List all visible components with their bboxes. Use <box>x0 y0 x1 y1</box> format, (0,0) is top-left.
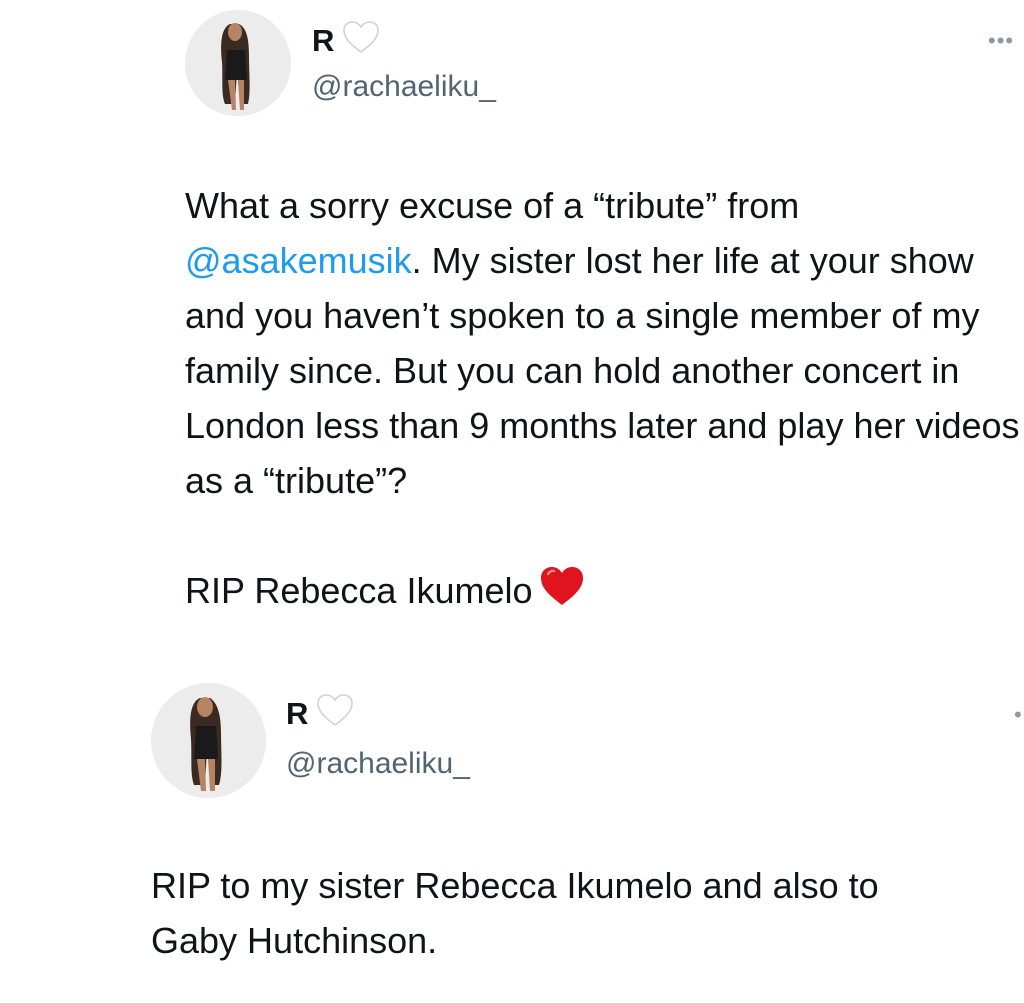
tweet-screenshot: R @rachaeliku_ ••• What a sorry excuse o… <box>0 0 1024 1003</box>
mention-link[interactable]: @asakemusik <box>185 240 412 281</box>
author-name-row: R <box>286 693 354 735</box>
more-options-icon[interactable]: • <box>1014 702 1023 728</box>
display-name[interactable]: R <box>286 696 308 732</box>
tweet-text-part: What a sorry excuse of a “tribute” from <box>185 185 810 226</box>
more-options-icon[interactable]: ••• <box>988 28 1014 54</box>
author-name-row: R <box>312 20 380 62</box>
tweet-text: RIP to my sister Rebecca Ikumelo and als… <box>151 865 879 961</box>
tweet-1: R @rachaeliku_ ••• What a sorry excuse o… <box>0 0 1024 660</box>
white-heart-icon <box>342 20 380 62</box>
rip-line: RIP Rebecca Ikumelo <box>185 563 585 622</box>
avatar-photo <box>185 10 291 116</box>
red-heart-icon <box>539 565 585 622</box>
avatar[interactable] <box>151 683 266 798</box>
avatar[interactable] <box>185 10 291 116</box>
white-heart-icon <box>316 693 354 735</box>
handle[interactable]: @rachaeliku_ <box>312 70 496 104</box>
rip-text: RIP Rebecca Ikumelo <box>185 570 533 611</box>
avatar-photo <box>151 683 266 798</box>
display-name[interactable]: R <box>312 23 334 59</box>
tweet-2: R @rachaeliku_ • RIP to my sister Rebecc… <box>0 660 1024 1003</box>
tweet-text: What a sorry excuse of a “tribute” from … <box>185 178 1024 508</box>
handle[interactable]: @rachaeliku_ <box>286 747 470 781</box>
